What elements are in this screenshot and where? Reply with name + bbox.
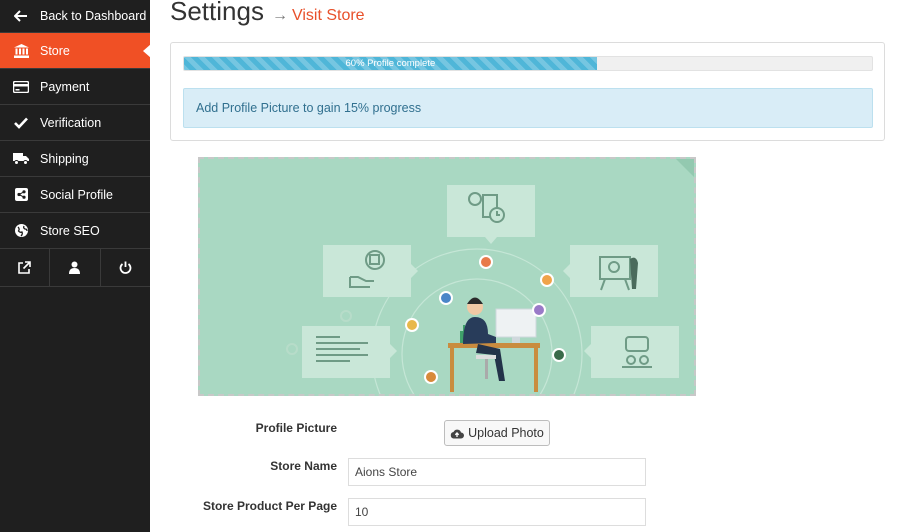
sidebar-item-label: Store SEO	[40, 223, 100, 238]
power-icon[interactable]	[101, 249, 150, 286]
truck-icon	[13, 151, 29, 167]
sidebar-item-store[interactable]: Store	[0, 33, 151, 69]
visit-store-link[interactable]: Visit Store	[292, 7, 365, 25]
progress-tip-alert: Add Profile Picture to gain 15% progress	[183, 88, 873, 128]
sidebar-item-label: Store	[40, 43, 70, 58]
external-link-icon[interactable]	[0, 249, 51, 286]
share-square-icon	[13, 187, 29, 203]
store-name-input[interactable]	[348, 458, 646, 486]
sidebar-item-payment[interactable]: Payment	[0, 69, 150, 105]
store-name-label: Store Name	[270, 459, 337, 473]
page-title: Settings	[170, 0, 264, 26]
store-product-per-page-input[interactable]	[348, 498, 646, 526]
sidebar-item-social-profile[interactable]: Social Profile	[0, 177, 150, 213]
sidebar-item-store-seo[interactable]: Store SEO	[0, 213, 150, 249]
sidebar: Back to Dashboard Store Payment Verifica…	[0, 0, 151, 532]
arrow-right-icon: →	[271, 7, 288, 24]
upload-photo-button[interactable]: Upload Photo	[444, 420, 550, 446]
sidebar-item-label: Shipping	[40, 151, 89, 166]
sidebar-item-label: Verification	[40, 115, 102, 130]
cloud-upload-icon	[450, 429, 465, 438]
sidebar-icon-row	[0, 249, 150, 287]
profile-picture-label: Profile Picture	[255, 421, 337, 435]
store-banner-illustration	[286, 159, 694, 394]
progress-bar-fill: 60% Profile complete	[184, 57, 597, 70]
arrow-left-icon	[13, 8, 29, 24]
store-banner-image[interactable]	[198, 157, 696, 396]
back-to-dashboard-link[interactable]: Back to Dashboard	[0, 0, 150, 33]
store-product-per-page-label: Store Product Per Page	[202, 499, 337, 513]
page-header: Settings → Visit Store	[170, 0, 365, 27]
back-label: Back to Dashboard	[40, 9, 147, 23]
sidebar-item-label: Social Profile	[40, 187, 113, 202]
profile-progress-panel: 60% Profile complete Add Profile Picture…	[170, 42, 885, 141]
sidebar-item-label: Payment	[40, 79, 90, 94]
sidebar-item-shipping[interactable]: Shipping	[0, 141, 150, 177]
credit-card-icon	[13, 79, 29, 95]
bank-icon	[13, 43, 29, 59]
sidebar-item-verification[interactable]: Verification	[0, 105, 150, 141]
globe-icon	[13, 223, 29, 239]
progress-bar: 60% Profile complete	[183, 56, 873, 71]
upload-photo-label: Upload Photo	[468, 426, 544, 440]
user-icon[interactable]	[50, 249, 101, 286]
check-icon	[13, 115, 29, 131]
